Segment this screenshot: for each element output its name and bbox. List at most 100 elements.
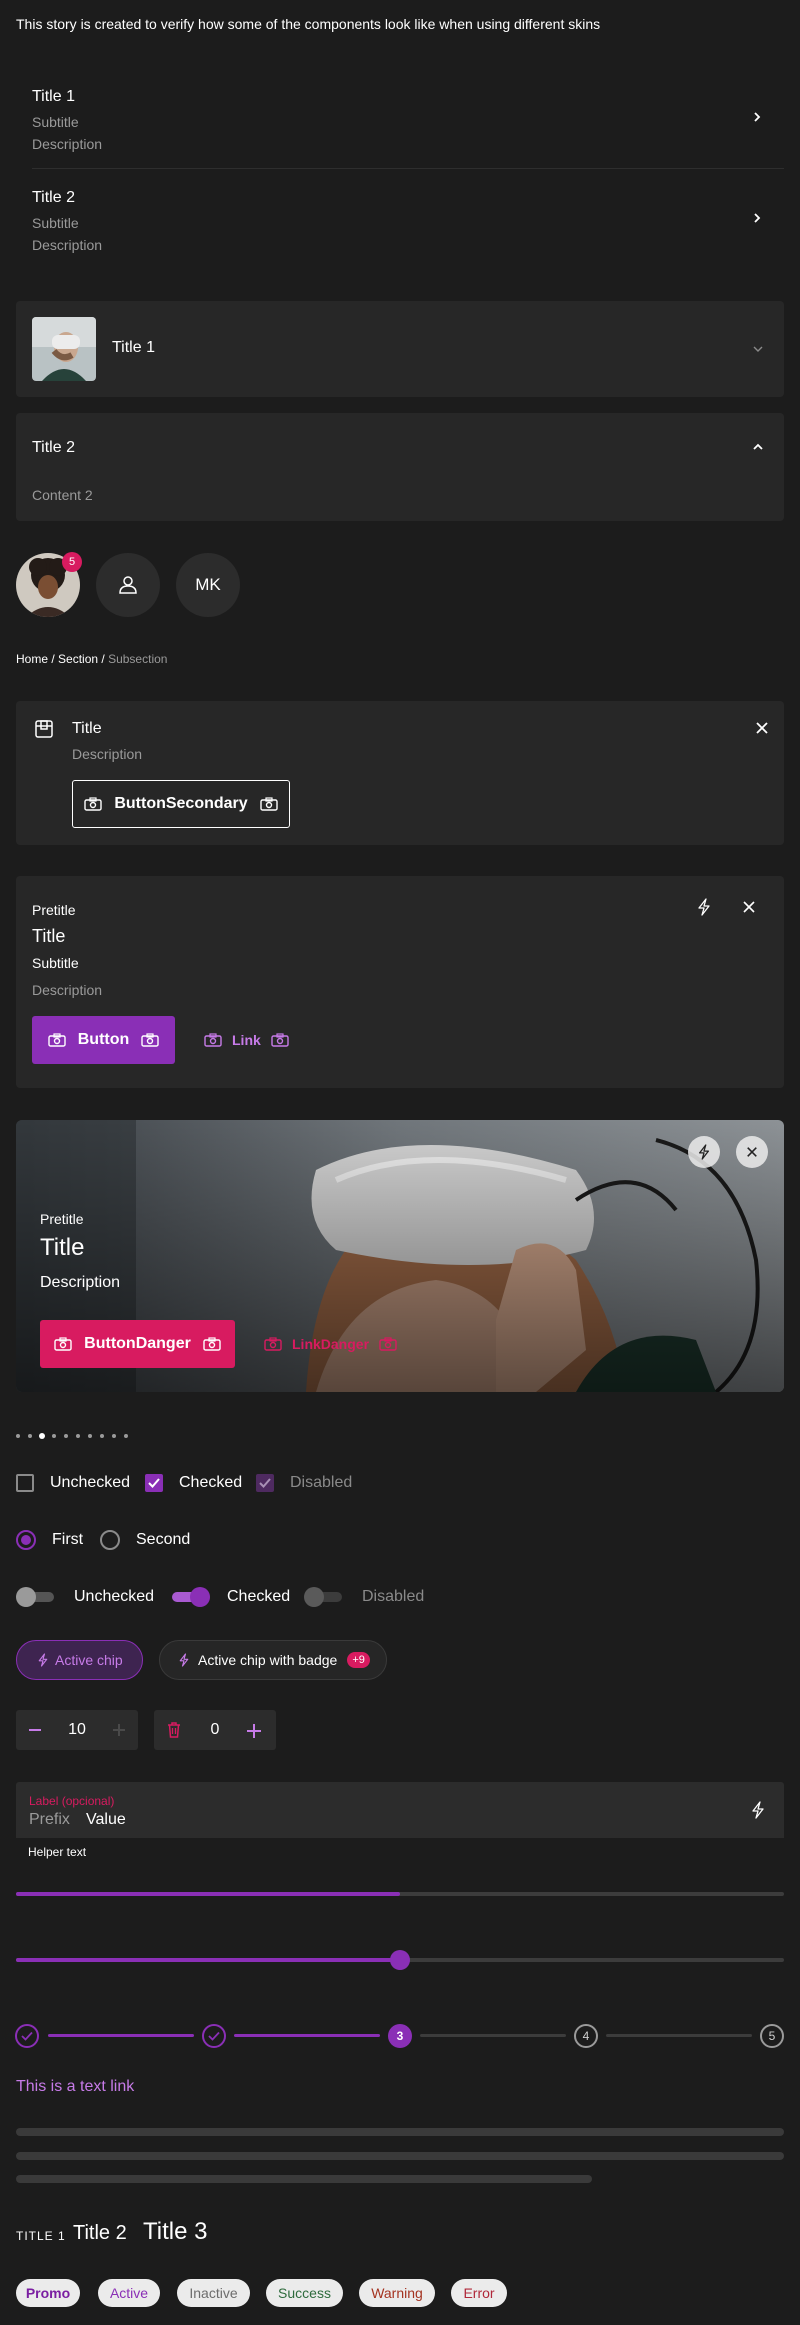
breadcrumb-separator: / — [48, 652, 59, 666]
step-pending: 5 — [760, 2024, 784, 2048]
card-link-label: Link — [232, 1032, 261, 1048]
tag-warning: Warning — [359, 2279, 435, 2307]
accordion-title: Title 2 — [32, 439, 75, 456]
checkbox-label: Checked — [179, 1474, 243, 1491]
lightning-icon[interactable] — [696, 898, 712, 916]
accordion-item-1[interactable]: Title 1 — [16, 301, 784, 397]
camera-icon — [141, 1033, 159, 1047]
check-icon — [259, 1478, 271, 1488]
stepper-value[interactable]: 10 — [57, 1721, 97, 1739]
radio-unselected[interactable] — [100, 1530, 120, 1550]
data-card: Pretitle Title Subtitle Description Butt… — [16, 876, 784, 1088]
quantity-stepper: 0 — [154, 1710, 276, 1750]
list-item-subtitle: Subtitle — [32, 215, 79, 231]
pager-dot[interactable] — [112, 1434, 116, 1438]
step-connector — [420, 2034, 566, 2037]
card-subtitle: Subtitle — [32, 955, 79, 971]
minus-icon[interactable] — [28, 1723, 42, 1737]
media-card-close-button[interactable] — [736, 1136, 768, 1168]
switch-on[interactable] — [172, 1586, 210, 1608]
card-description: Description — [32, 982, 103, 998]
pager-dot[interactable] — [28, 1434, 32, 1438]
radio-selected[interactable] — [16, 1530, 36, 1550]
pager-dot[interactable] — [88, 1434, 92, 1438]
card-title: Title — [32, 926, 66, 946]
checkbox-checked[interactable] — [145, 1474, 163, 1492]
list-item[interactable]: Title 2 Subtitle Description — [16, 169, 784, 269]
lightning-icon — [38, 1653, 48, 1667]
pager-dot[interactable] — [52, 1434, 56, 1438]
checkbox-label: Disabled — [290, 1474, 353, 1491]
skeleton-line — [16, 2152, 784, 2160]
text-field-value[interactable]: Value — [86, 1811, 126, 1829]
chip-active[interactable]: Active chip — [16, 1640, 143, 1680]
camera-icon — [84, 797, 103, 811]
close-icon — [747, 1147, 757, 1157]
radio-label: First — [52, 1531, 84, 1548]
breadcrumb-item-section[interactable]: Section — [58, 652, 98, 666]
plus-icon[interactable] — [246, 1723, 262, 1739]
camera-icon — [264, 1337, 282, 1351]
avatar-initials[interactable]: MK — [176, 553, 240, 617]
chip-with-badge[interactable]: Active chip with badge +9 — [159, 1640, 387, 1680]
chevron-down-icon — [753, 346, 763, 352]
check-icon — [21, 2031, 33, 2041]
danger-link[interactable]: LinkDanger — [264, 1336, 397, 1352]
chevron-right-icon — [754, 213, 761, 223]
tag-promo: Promo — [16, 2279, 80, 2307]
callout: Title Description ButtonSecondary — [16, 701, 784, 845]
close-icon[interactable] — [742, 900, 756, 914]
pager-dot[interactable] — [64, 1434, 68, 1438]
switch-label: Disabled — [362, 1588, 425, 1605]
title-3: Title 3 — [143, 2218, 208, 2245]
accordion-item-2[interactable]: Title 2 Content 2 — [16, 413, 784, 521]
skeleton-line — [16, 2175, 592, 2183]
pager-dot[interactable] — [16, 1434, 20, 1438]
skeleton-line — [16, 2128, 784, 2136]
media-card-title: Title — [40, 1234, 85, 1261]
breadcrumb-current: Subsection — [108, 652, 168, 666]
text-field-label: Label (opcional) — [29, 1794, 115, 1808]
checkbox-unchecked[interactable] — [16, 1474, 34, 1492]
list-item-description: Description — [32, 237, 103, 253]
primary-button[interactable]: Button — [32, 1016, 175, 1064]
title-2: Title 2 — [73, 2222, 127, 2244]
switch-disabled — [304, 1586, 342, 1608]
trash-icon[interactable] — [166, 1721, 182, 1739]
slider-fill — [16, 1958, 400, 1962]
lightning-icon — [698, 1144, 710, 1160]
step-pending: 4 — [574, 2024, 598, 2048]
danger-button[interactable]: ButtonDanger — [40, 1320, 235, 1368]
breadcrumb: Home / Section / Subsection — [16, 652, 167, 666]
close-icon[interactable] — [754, 720, 770, 736]
camera-icon — [271, 1033, 289, 1047]
pager-dot[interactable] — [124, 1434, 128, 1438]
stepper-value[interactable]: 0 — [195, 1721, 235, 1739]
tag-success: Success — [266, 2279, 343, 2307]
lightning-icon[interactable] — [750, 1800, 766, 1820]
camera-icon — [259, 797, 278, 811]
list-item[interactable]: Title 1 Subtitle Description — [16, 68, 784, 168]
pager-dot[interactable] — [76, 1434, 80, 1438]
progress-bar-fill — [16, 1892, 400, 1896]
media-card-description: Description — [40, 1274, 121, 1291]
slider-thumb[interactable] — [390, 1950, 410, 1970]
avatar-generic[interactable] — [96, 553, 160, 617]
chip-badge: +9 — [347, 1652, 370, 1668]
pager-dot-active[interactable] — [39, 1433, 45, 1439]
box-icon — [35, 720, 53, 738]
breadcrumb-separator: / — [98, 652, 109, 666]
user-icon — [119, 576, 137, 594]
breadcrumb-item-home[interactable]: Home — [16, 652, 48, 666]
pager-dot[interactable] — [100, 1434, 104, 1438]
text-field[interactable]: Label (opcional) Prefix Value — [16, 1782, 784, 1838]
media-card-action-button[interactable] — [688, 1136, 720, 1168]
step-current: 3 — [388, 2024, 412, 2048]
checkbox-label: Unchecked — [50, 1474, 131, 1491]
switch-off[interactable] — [16, 1586, 54, 1608]
list-item-title: Title 2 — [32, 189, 75, 206]
secondary-button[interactable]: ButtonSecondary — [72, 780, 290, 828]
text-link[interactable]: This is a text link — [16, 2078, 134, 2096]
check-icon — [148, 1478, 160, 1488]
card-link[interactable]: Link — [204, 1032, 289, 1048]
